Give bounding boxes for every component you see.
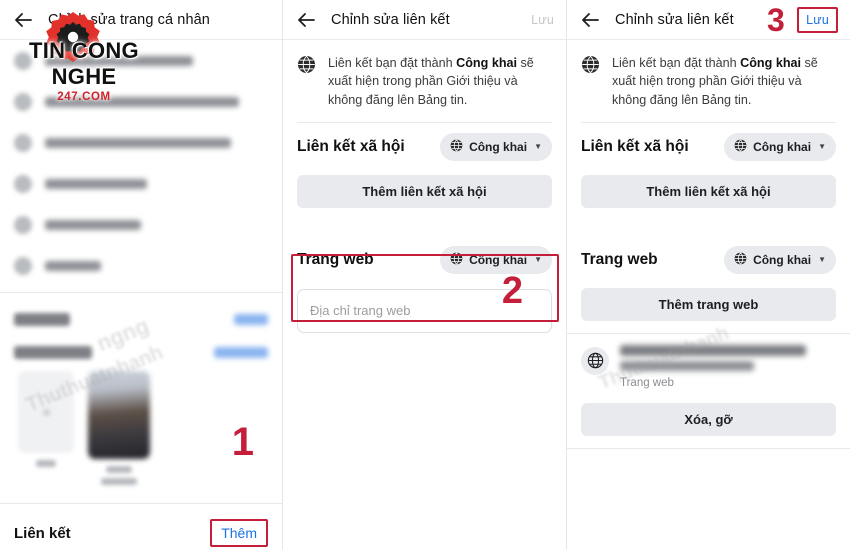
privacy-notice-text: Liên kết bạn đặt thành Công khai sẽ xuất… — [612, 56, 818, 107]
annotation-number-3: 3 — [767, 2, 785, 38]
social-privacy-dropdown[interactable]: Công khai ▼ — [724, 132, 836, 161]
list-item[interactable] — [0, 245, 282, 286]
remove-link-button[interactable]: Xóa, gỡ — [581, 402, 836, 436]
globe-icon — [450, 252, 463, 268]
avatar — [14, 174, 32, 193]
panel-edit-links-saved: Chỉnh sửa liên kết Lưu 3 Liên kết bạn đặ… — [567, 0, 850, 550]
watermark-title: TIN CONG NGHE — [29, 38, 139, 89]
add-social-link-button[interactable]: Thêm liên kết xã hội — [581, 174, 836, 208]
globe-icon — [297, 55, 316, 74]
list-item-label — [45, 178, 147, 189]
divider — [567, 447, 850, 449]
website-privacy-label: Công khai — [753, 252, 812, 267]
save-button[interactable]: Lưu — [531, 13, 554, 27]
avatar — [14, 256, 32, 275]
watermark-logo: TIN CONG NGHE 247.COM — [4, 10, 164, 103]
website-title: Trang web — [581, 250, 658, 268]
photo-caption — [101, 478, 137, 485]
globe-icon — [734, 139, 747, 155]
list-item[interactable] — [0, 163, 282, 204]
chevron-down-icon: ▼ — [818, 255, 826, 265]
social-links-header: Liên kết xã hội Công khai ▼ — [283, 123, 566, 167]
annotation-number-1: 1 — [231, 420, 254, 464]
photo-caption — [36, 460, 56, 467]
saved-link-sublabel: Trang web — [620, 376, 674, 389]
list-item-label — [45, 137, 231, 148]
list-item-label — [45, 260, 101, 271]
website-header: Trang web Công khai ▼ — [283, 236, 566, 280]
mid-appbar: Chỉnh sửa liên kết Lưu — [283, 0, 566, 40]
globe-icon — [450, 139, 463, 155]
chevron-down-icon: ▼ — [534, 142, 542, 152]
list-item-label — [45, 219, 141, 230]
social-privacy-label: Công khai — [753, 139, 812, 154]
social-privacy-dropdown[interactable]: Công khai ▼ — [440, 132, 552, 161]
social-links-title: Liên kết xã hội — [581, 137, 689, 155]
chevron-down-icon: ▼ — [534, 255, 542, 265]
add-website-button[interactable]: Thêm trang web — [581, 287, 836, 321]
divider — [0, 292, 282, 293]
section-action-link[interactable] — [234, 314, 268, 325]
privacy-notice-text: Liên kết bạn đặt thành Công khai sẽ xuất… — [328, 56, 534, 107]
add-social-link-button[interactable]: Thêm liên kết xã hội — [297, 174, 552, 208]
add-link-button[interactable]: Thêm — [210, 519, 268, 547]
list-item[interactable] — [0, 204, 282, 245]
avatar — [14, 133, 32, 152]
website-header: Trang web Công khai ▼ — [567, 236, 850, 280]
divider — [0, 503, 282, 504]
panel-profile-edit: Chỉnh sửa trang cá nhân Liên kết Thêm 1 … — [0, 0, 283, 550]
screenshot-root: Chỉnh sửa trang cá nhân Liên kết Thêm 1 … — [0, 0, 850, 550]
social-links-title: Liên kết xã hội — [297, 137, 405, 155]
globe-icon — [734, 252, 747, 268]
page-title: Chỉnh sửa liên kết — [615, 11, 734, 28]
avatar — [14, 215, 32, 234]
website-privacy-dropdown[interactable]: Công khai ▼ — [724, 245, 836, 274]
back-arrow-icon[interactable] — [295, 9, 317, 31]
website-title: Trang web — [297, 250, 374, 268]
section-action-link[interactable] — [214, 347, 268, 358]
privacy-notice: Liên kết bạn đặt thành Công khai sẽ xuất… — [567, 40, 850, 122]
right-appbar: Chỉnh sửa liên kết Lưu — [567, 0, 850, 40]
website-privacy-label: Công khai — [469, 252, 528, 267]
privacy-notice: Liên kết bạn đặt thành Công khai sẽ xuất… — [283, 40, 566, 122]
social-privacy-label: Công khai — [469, 139, 528, 154]
panel-edit-links-empty: Chỉnh sửa liên kết Lưu Liên kết bạn đặt … — [283, 0, 567, 550]
section-title — [14, 313, 70, 326]
website-privacy-dropdown[interactable]: Công khai ▼ — [440, 245, 552, 274]
links-section-label: Liên kết — [14, 524, 71, 542]
social-links-header: Liên kết xã hội Công khai ▼ — [567, 123, 850, 167]
globe-icon — [581, 55, 600, 74]
annotation-number-2: 2 — [501, 270, 523, 312]
watermark-subtitle: 247.COM — [57, 91, 111, 103]
photo-caption — [106, 466, 132, 473]
list-item[interactable] — [0, 122, 282, 163]
chevron-down-icon: ▼ — [818, 142, 826, 152]
section-title — [14, 346, 92, 359]
page-title: Chỉnh sửa liên kết — [331, 11, 450, 28]
back-arrow-icon[interactable] — [579, 9, 601, 31]
links-section-row: Liên kết Thêm — [0, 510, 282, 550]
save-button[interactable]: Lưu — [797, 6, 838, 33]
